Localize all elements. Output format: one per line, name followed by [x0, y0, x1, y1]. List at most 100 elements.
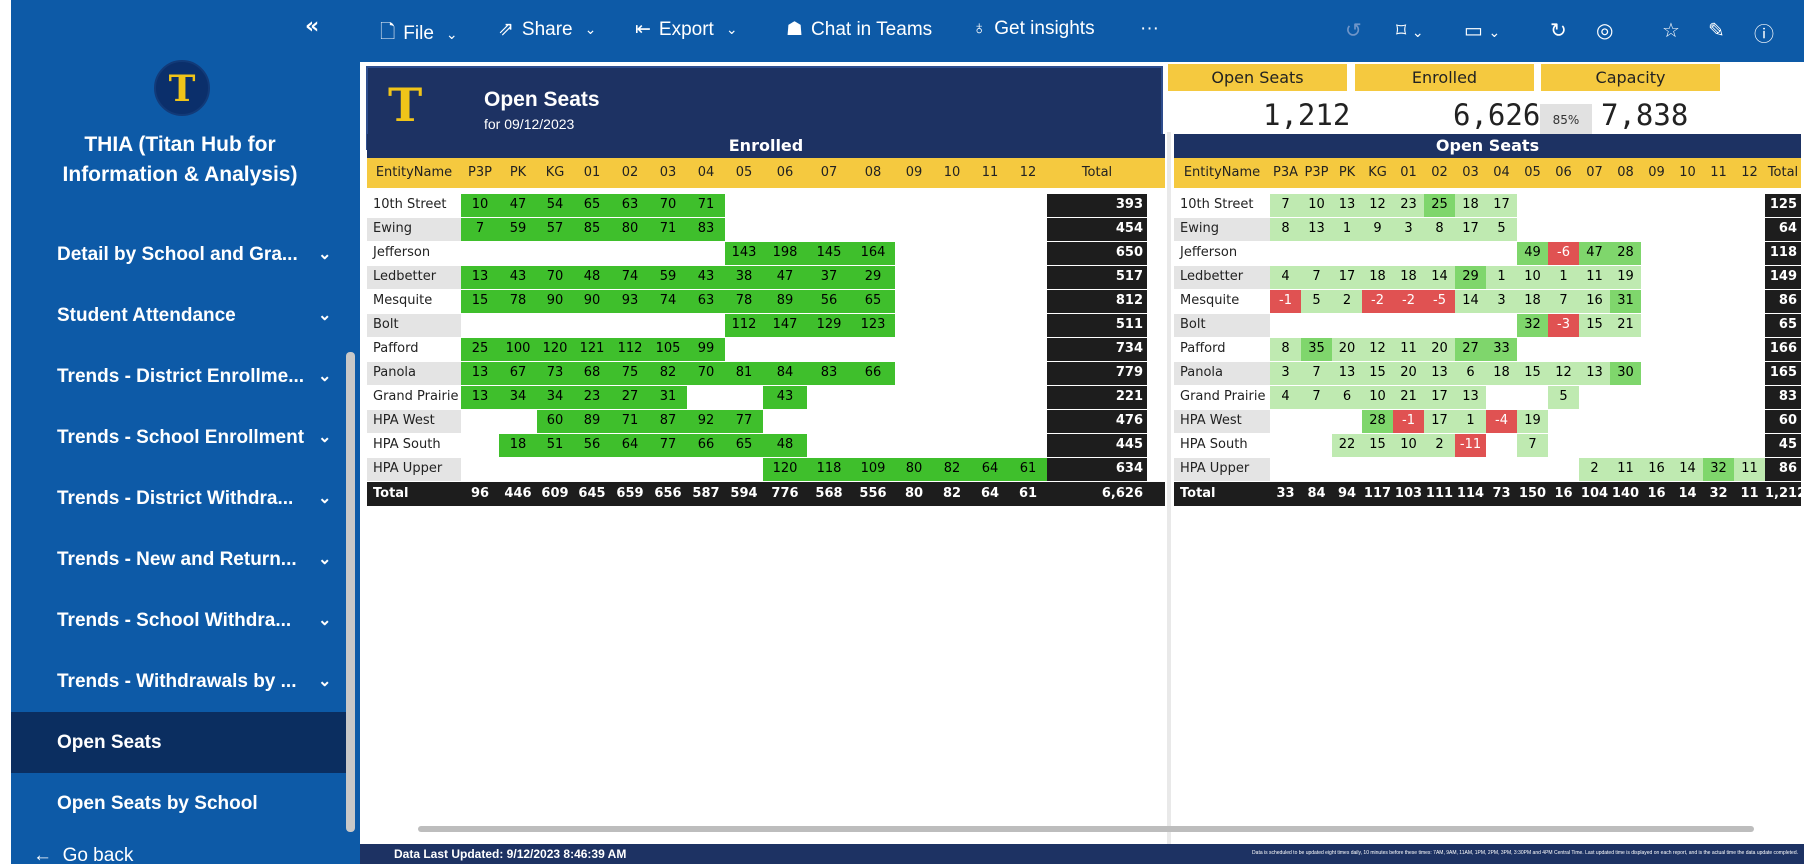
column-header[interactable]: 08 — [1610, 158, 1641, 188]
total-cell: 117 — [1363, 486, 1392, 501]
column-header[interactable]: P3P — [1301, 158, 1332, 188]
column-header[interactable]: KG — [537, 158, 573, 188]
chevron-down-icon[interactable]: ⌄ — [318, 610, 331, 630]
sidebar-item-6[interactable]: Trends - School Withdra... ⌄ — [11, 590, 346, 651]
chevron-down-icon[interactable]: ⌄ — [318, 366, 331, 386]
file-menu[interactable]: 🗋 File ⌄ — [380, 18, 458, 50]
column-header[interactable]: 05 — [725, 158, 763, 188]
column-header[interactable]: 08 — [851, 158, 895, 188]
value-cell: 11 — [1734, 458, 1765, 482]
chevron-down-icon[interactable]: ⌄ — [318, 244, 331, 264]
entity-name-cell: Bolt — [1174, 314, 1270, 338]
value-cell — [1610, 338, 1641, 362]
value-cell — [1641, 218, 1672, 242]
value-cell — [1703, 266, 1734, 290]
value-cell: 73 — [537, 362, 573, 386]
column-header[interactable]: 07 — [1579, 158, 1610, 188]
chevron-down-icon[interactable]: ⌄ — [318, 671, 331, 691]
column-header[interactable]: PK — [1332, 158, 1362, 188]
sidebar-item-label: Trends - School Withdra... — [57, 609, 292, 631]
open-seats-horizontal-scrollbar[interactable] — [1100, 826, 1754, 832]
column-header[interactable]: 03 — [649, 158, 687, 188]
undo-icon[interactable]: ↺ — [1345, 18, 1362, 43]
value-cell: 5 — [1486, 218, 1517, 242]
sidebar-item-5[interactable]: Trends - New and Return... ⌄ — [11, 529, 346, 590]
column-header[interactable]: 05 — [1517, 158, 1548, 188]
column-header[interactable]: P3P — [461, 158, 499, 188]
enrolled-matrix: Enrolled EntityName P3P PK KG 01 02 03 04 05 06 07… — [367, 134, 1165, 506]
value-cell: 7 — [1301, 362, 1332, 386]
info-icon[interactable]: ⓘ — [1754, 18, 1774, 47]
column-header[interactable]: 09 — [895, 158, 933, 188]
teams-icon: ☗ — [786, 19, 804, 40]
table-row: Jefferson 49 -6 47 28 118 — [1174, 242, 1801, 266]
row-total-cell: 165 — [1765, 362, 1801, 386]
star-icon[interactable]: ☆ — [1662, 18, 1680, 43]
total-cell: 659 — [616, 486, 644, 501]
value-cell — [1610, 386, 1641, 410]
column-header[interactable]: PK — [499, 158, 537, 188]
get-insights-button[interactable]: ♁ Get insights — [972, 18, 1095, 40]
sidebar-item-4[interactable]: Trends - District Withdra... ⌄ — [11, 468, 346, 529]
chevron-down-icon[interactable]: ⌄ — [318, 488, 331, 508]
chevron-down-icon[interactable]: ⌄ — [318, 305, 331, 325]
value-cell: 83 — [807, 362, 851, 386]
view-icon[interactable]: ▭ ⌄ — [1464, 18, 1500, 43]
entity-name-cell: Ledbetter — [367, 266, 461, 290]
column-header[interactable]: 03 — [1455, 158, 1486, 188]
value-cell: 7 — [1548, 290, 1579, 314]
column-header[interactable]: KG — [1362, 158, 1393, 188]
share-menu[interactable]: ⇗ Share ⌄ — [498, 18, 596, 41]
value-cell — [763, 194, 807, 218]
column-header[interactable]: 06 — [763, 158, 807, 188]
sidebar-item-7[interactable]: Trends - Withdrawals by ... ⌄ — [11, 651, 346, 712]
chevron-down-icon[interactable]: ⌄ — [318, 427, 331, 447]
sidebar-item-3[interactable]: Trends - School Enrollment ⌄ — [11, 407, 346, 468]
chat-in-teams-button[interactable]: ☗ Chat in Teams — [786, 18, 932, 41]
sidebar-item-9[interactable]: Open Seats by School — [11, 773, 346, 834]
bookmark-icon[interactable]: ⌑ ⌄ — [1396, 18, 1424, 43]
column-header[interactable]: 12 — [1009, 158, 1047, 188]
value-cell — [537, 242, 573, 266]
column-header[interactable]: 04 — [687, 158, 725, 188]
column-header[interactable]: Total — [1047, 158, 1147, 188]
comment-icon[interactable]: ◎ — [1596, 18, 1613, 43]
column-header[interactable]: 10 — [1672, 158, 1703, 188]
column-header[interactable]: 06 — [1548, 158, 1579, 188]
go-back-link[interactable]: ← Go back — [33, 845, 133, 864]
double-chevron-left-icon[interactable]: « — [305, 14, 319, 39]
enrolled-horizontal-scrollbar[interactable] — [418, 826, 1148, 832]
value-cell: 13 — [1332, 194, 1362, 218]
more-options-button[interactable]: ··· — [1140, 18, 1159, 40]
column-header[interactable]: 09 — [1641, 158, 1672, 188]
column-header[interactable]: EntityName — [1174, 158, 1270, 188]
column-header[interactable]: 02 — [1424, 158, 1455, 188]
pencil-icon[interactable]: ✎ — [1708, 18, 1725, 43]
column-header[interactable]: 10 — [933, 158, 971, 188]
column-header[interactable]: 01 — [573, 158, 611, 188]
value-cell — [1703, 194, 1734, 218]
sidebar-item-1[interactable]: Student Attendance ⌄ — [11, 285, 346, 346]
value-cell — [1332, 458, 1362, 482]
column-header[interactable]: 02 — [611, 158, 649, 188]
column-header[interactable]: Total — [1765, 158, 1801, 188]
chevron-down-icon[interactable]: ⌄ — [318, 549, 331, 569]
refresh-icon[interactable]: ↻ — [1550, 18, 1567, 43]
export-menu[interactable]: ⇤ Export ⌄ — [635, 18, 738, 41]
export-label: Export — [658, 18, 714, 40]
value-cell — [1009, 434, 1047, 458]
value-cell — [1301, 242, 1332, 266]
column-header[interactable]: 11 — [971, 158, 1009, 188]
sidebar-item-0[interactable]: Detail by School and Gra... ⌄ — [11, 224, 346, 285]
sidebar-item-8[interactable]: Open Seats — [11, 712, 346, 773]
sidebar-item-2[interactable]: Trends - District Enrollme... ⌄ — [11, 346, 346, 407]
column-header[interactable]: 11 — [1703, 158, 1734, 188]
app-window: « T THIA (Titan Hub for Information & An… — [0, 0, 1804, 864]
column-header[interactable]: 07 — [807, 158, 851, 188]
column-header[interactable]: EntityName — [367, 158, 461, 188]
column-header[interactable]: 01 — [1393, 158, 1424, 188]
column-header[interactable]: P3A — [1270, 158, 1301, 188]
column-header[interactable]: 12 — [1734, 158, 1765, 188]
column-header[interactable]: 04 — [1486, 158, 1517, 188]
sidebar-scrollbar[interactable] — [346, 352, 355, 832]
